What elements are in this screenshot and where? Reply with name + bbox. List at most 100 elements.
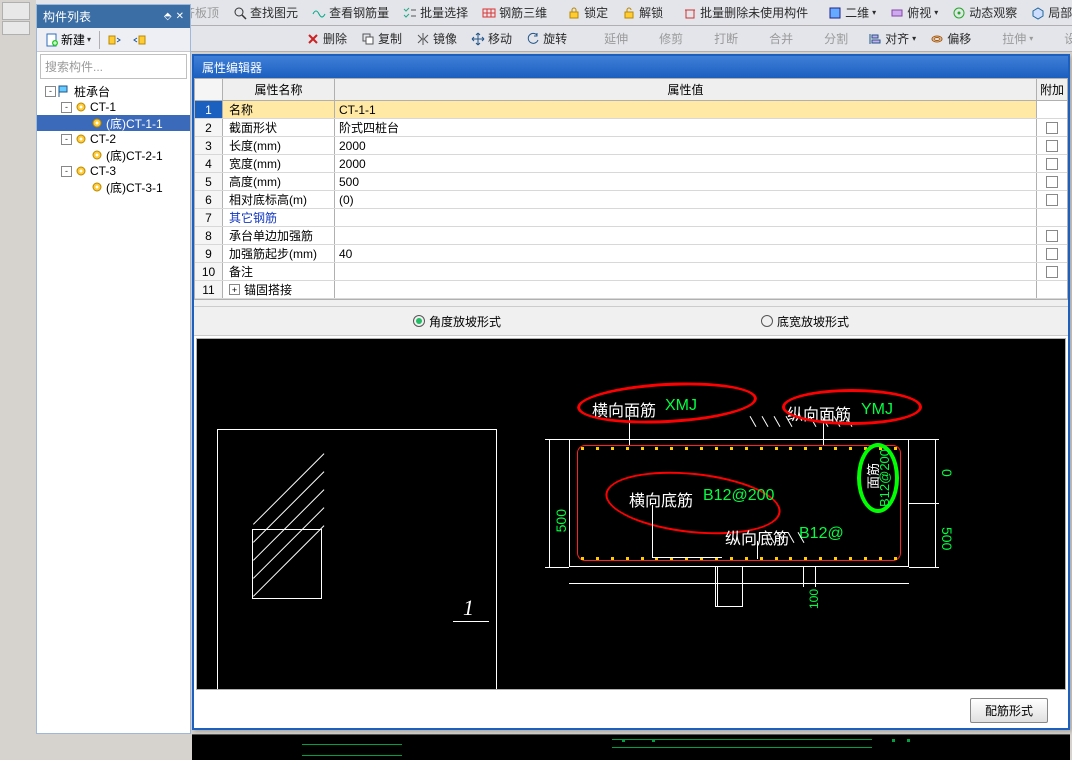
checkbox[interactable] [1046, 122, 1058, 134]
search-icon [233, 6, 247, 20]
new-button[interactable]: 新建▾ [41, 30, 95, 49]
tb-top-view[interactable]: 俯视▾ [884, 2, 944, 23]
copy-icon [361, 32, 375, 46]
checkbox[interactable] [1046, 248, 1058, 260]
wave-icon [312, 6, 326, 20]
col-name-header: 属性名称 [223, 79, 335, 100]
property-row[interactable]: 8承台单边加强筋 [195, 227, 1067, 245]
tb-stretch: 拉伸▾ [979, 28, 1039, 49]
side-code: B12@200 [877, 449, 892, 507]
tb-rotate[interactable]: 旋转 [520, 28, 573, 49]
new-icon [45, 33, 59, 47]
tb-offset[interactable]: 偏移 [924, 28, 977, 49]
tb-copy[interactable]: 复制 [355, 28, 408, 49]
gear-icon [74, 133, 88, 145]
property-row[interactable]: 1名称CT-1-1 [195, 101, 1067, 119]
checkbox[interactable] [1046, 230, 1058, 242]
checkbox[interactable] [1046, 266, 1058, 278]
gear-icon [90, 149, 104, 161]
tree-row[interactable]: -CT-3 [37, 163, 190, 179]
dim-500-r: 500 [939, 527, 955, 550]
label-h-bot: 横向底筋 [629, 487, 693, 511]
property-row[interactable]: 2截面形状阶式四桩台 [195, 119, 1067, 137]
tb-rebar-3d[interactable]: 钢筋三维 [476, 2, 553, 23]
tb-move[interactable]: 移动 [465, 28, 518, 49]
rebar-form-button[interactable]: 配筋形式 [970, 698, 1048, 723]
property-editor-window: 属性编辑器 属性名称 属性值 附加 1名称CT-1-12截面形状阶式四桩台3长度… [192, 54, 1070, 730]
flag-icon [58, 85, 72, 97]
checkbox[interactable] [1046, 140, 1058, 152]
merge-icon [752, 32, 766, 46]
tb-trim: 修剪 [636, 28, 689, 49]
x-icon [306, 32, 320, 46]
property-row[interactable]: 9加强筋起步(mm)40 [195, 245, 1067, 263]
tb-batch-del[interactable]: 批量删除未使用构件 [677, 2, 814, 23]
unlock-icon [622, 6, 636, 20]
panel-tb-icon2[interactable] [128, 32, 150, 48]
property-row[interactable]: 4宽度(mm)2000 [195, 155, 1067, 173]
lock-icon [567, 6, 581, 20]
tree-row[interactable]: - 桩承台 [37, 83, 190, 99]
tb-unlock[interactable]: 解锁 [616, 2, 669, 23]
checkbox[interactable] [1046, 158, 1058, 170]
tree-toggle[interactable]: - [61, 102, 72, 113]
tb-split: 分割 [801, 28, 854, 49]
tree-row[interactable]: -CT-1 [37, 99, 190, 115]
clamp-icon [1047, 32, 1061, 46]
tree-label: (底)CT-3-1 [106, 179, 163, 196]
gear-icon [90, 181, 104, 193]
tb-lock[interactable]: 锁定 [561, 2, 614, 23]
tree-label: (底)CT-1-1 [106, 115, 163, 132]
panel-tb-icon1[interactable] [104, 32, 126, 48]
gear-icon [74, 165, 88, 177]
tree-label: (底)CT-2-1 [106, 147, 163, 164]
tb-delete[interactable]: 删除 [300, 28, 353, 49]
property-row[interactable]: 5高度(mm)500 [195, 173, 1067, 191]
radio-angle-slope[interactable]: 角度放坡形式 [413, 313, 501, 330]
tree-toggle[interactable]: - [61, 166, 72, 177]
property-row[interactable]: 6相对底标高(m)(0) [195, 191, 1067, 209]
tb-mirror[interactable]: 镜像 [410, 28, 463, 49]
code-v-bot: B12@ [799, 525, 844, 543]
property-row[interactable]: 10备注 [195, 263, 1067, 281]
search-input[interactable]: 搜索构件... [40, 54, 187, 79]
tb-orbit[interactable]: 动态观察 [946, 2, 1023, 23]
checkbox[interactable] [1046, 194, 1058, 206]
property-row[interactable]: 3长度(mm)2000 [195, 137, 1067, 155]
trim-icon [642, 32, 656, 46]
extend-icon [587, 32, 601, 46]
tree-row[interactable]: (底)CT-2-1 [37, 147, 190, 163]
tb-2d[interactable]: 二维▾ [822, 2, 882, 23]
strip-chip[interactable] [2, 21, 30, 35]
tree-label: CT-2 [90, 132, 116, 146]
tree-toggle[interactable]: - [61, 134, 72, 145]
tree-row[interactable]: - CT-2 [37, 131, 190, 147]
tree-row[interactable]: (底)CT-1-1 [37, 115, 190, 131]
split-icon [807, 32, 821, 46]
checks-icon [403, 6, 417, 20]
strip-chip[interactable] [2, 2, 30, 20]
col-value-header: 属性值 [335, 79, 1037, 100]
tb-local-3d[interactable]: 局部三维 [1025, 2, 1072, 23]
tb-find[interactable]: 查找图元 [227, 2, 304, 23]
tree-row[interactable]: (底)CT-3-1 [37, 179, 190, 195]
checkbox[interactable] [1046, 176, 1058, 188]
radio-width-slope[interactable]: 底宽放坡形式 [761, 313, 849, 330]
pile-hatch [252, 529, 322, 599]
property-row[interactable]: 7其它钢筋 [195, 209, 1067, 227]
tb-rebar-qty[interactable]: 查看钢筋量 [306, 2, 395, 23]
code-h-bot: B12@200 [703, 487, 774, 505]
cube-icon [1031, 6, 1045, 20]
orbit-icon [952, 6, 966, 20]
close-icon[interactable]: ✕ [176, 11, 184, 22]
tb-batch-select[interactable]: 批量选择 [397, 2, 474, 23]
tb-align[interactable]: 对齐▾ [862, 28, 922, 49]
tree-toggle[interactable]: - [45, 86, 56, 97]
offset-icon [930, 32, 944, 46]
panel-title-bar: 构件列表 ⬘ ✕ [37, 5, 190, 28]
property-row[interactable]: 11+锚固搭接 [195, 281, 1067, 299]
pin-icon[interactable]: ⬘ [164, 11, 172, 22]
2d-icon [828, 6, 842, 20]
tree-label: 桩承台 [74, 83, 110, 100]
dim-100: 100 [807, 589, 821, 609]
